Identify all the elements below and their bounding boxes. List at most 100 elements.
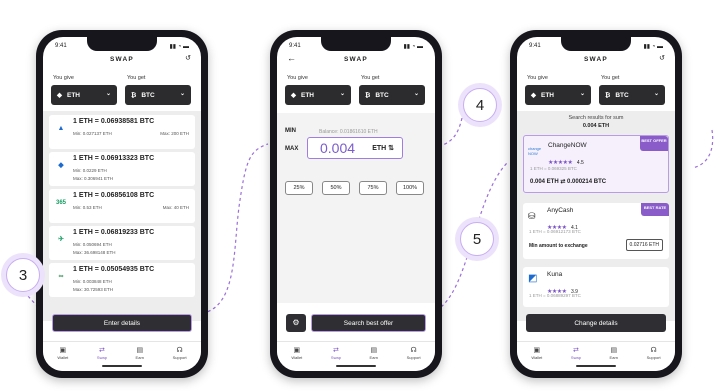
nav-label: Earn <box>609 355 618 360</box>
swap-icon: ⇄ <box>98 347 105 354</box>
pct-50-button[interactable]: 50% <box>322 181 350 195</box>
exchange-logo: ▲ <box>57 125 65 132</box>
list-item[interactable]: ◆ 1 ETH = 0.06913323 BTC Min: 0.0229 ETH Ma… <box>49 152 195 186</box>
nav-wallet[interactable]: ▣ Wallet <box>291 346 302 371</box>
you-give-label: You give <box>53 75 74 81</box>
nav-swap[interactable]: ⇄ Swap <box>571 346 581 371</box>
get-select[interactable]: ₿ BTC ⌄ <box>125 85 191 105</box>
nav-swap[interactable]: ⇄ Swap <box>331 346 341 371</box>
gear-icon[interactable]: ⚙ <box>286 314 306 332</box>
nav-wallet[interactable]: ▣ Wallet <box>531 346 542 371</box>
phone-amount: 9:41 ▮▮ ◔ ▬ ← SWAP You give You get ◆ ETH ⌄… <box>270 30 442 378</box>
swap-icon: ⇄ <box>572 347 579 354</box>
exchange-logo: ◆ <box>58 162 64 169</box>
search-best-offer-button[interactable]: Search best offer <box>311 314 426 332</box>
btc-icon: ₿ <box>605 91 611 99</box>
nav-label: Earn <box>369 355 378 360</box>
status-time: 9:41 <box>529 43 541 49</box>
amount-value: 0.004 <box>320 140 356 156</box>
give-value: ETH <box>301 91 314 99</box>
nav-support[interactable]: ☊ Support <box>647 346 661 371</box>
list-item[interactable]: ✈ 1 ETH = 0.06819233 BTC Min: 0.050694 ETH… <box>49 226 195 260</box>
chevron-down-icon: ⌄ <box>105 91 111 97</box>
amount-unit[interactable]: ETH ⇅ <box>372 144 394 152</box>
nav-label: Swap <box>96 355 107 360</box>
nav-earn[interactable]: ▤ Earn <box>136 346 144 371</box>
offer-min: Min: 0.0229 ETH <box>73 168 107 173</box>
nav-label: Earn <box>135 355 144 360</box>
offer-rate: 1 ETH = 0.06856108 BTC <box>73 192 155 199</box>
nav-label: Support <box>646 355 661 360</box>
max-button[interactable]: MAX <box>285 146 298 152</box>
result-card-kuna[interactable]: ◩ Kuna ★★★★ 3.9 1 ETH = 0.06889297 BTC <box>523 267 669 307</box>
btc-icon: ₿ <box>365 91 371 99</box>
list-item[interactable]: ∞ 1 ETH = 0.05054935 BTC Min: 0.003848 ETH… <box>49 263 195 297</box>
chevron-down-icon: ⌄ <box>653 91 659 97</box>
history-icon[interactable]: ↺ <box>659 54 665 62</box>
signal-icon: ▮▮ ◔ ▬ <box>169 44 189 50</box>
best-offer-badge: BEST OFFER <box>640 136 668 151</box>
results-panel: Search results for sum 0.004 ETH BEST OF… <box>517 111 675 321</box>
phone-offers: 9:41 ▮▮ ◔ ▬ SWAP ↺ You give You get ◆ ETH ⌄… <box>36 30 208 378</box>
min-amount-value: 0.02716 ETH <box>625 239 663 251</box>
anycash-logo: ⛁ <box>528 211 536 221</box>
support-icon: ☊ <box>650 347 657 354</box>
exchange-logo: ✈ <box>58 236 64 243</box>
wallet-icon: ▣ <box>59 347 67 354</box>
get-select[interactable]: ₿ BTC ⌄ <box>359 85 425 105</box>
result-card-changenow[interactable]: BEST OFFER change NOW ChangeNOW ★★★★★ 4.… <box>523 135 669 193</box>
eth-icon: ◆ <box>531 92 536 99</box>
change-details-button[interactable]: Change details <box>526 314 666 332</box>
nav-earn[interactable]: ▤ Earn <box>370 346 378 371</box>
min-button[interactable]: MIN <box>285 128 296 134</box>
pct-100-button[interactable]: 100% <box>396 181 424 195</box>
you-get-label: You get <box>127 75 146 81</box>
chevron-down-icon: ⌄ <box>179 91 185 97</box>
pct-25-button[interactable]: 25% <box>285 181 313 195</box>
you-get-label: You get <box>601 75 620 81</box>
step-4-marker: 4 <box>463 88 497 122</box>
conversion-text: 0.004 ETH ⇄ 0.000214 BTC <box>530 179 607 185</box>
support-icon: ☊ <box>176 347 183 354</box>
offer-rate: 1 ETH = 0.05054935 BTC <box>73 266 155 273</box>
offer-rate: 1 ETH = 0.06938581 BTC <box>73 118 155 125</box>
give-select[interactable]: ◆ ETH ⌄ <box>285 85 351 105</box>
nav-label: Swap <box>570 355 581 360</box>
nav-wallet[interactable]: ▣ Wallet <box>57 346 68 371</box>
list-item[interactable]: ▲ 1 ETH = 0.06938581 BTC Min: 0.027137 ETH… <box>49 115 195 149</box>
exchange-logo: ∞ <box>58 273 64 280</box>
nav-support[interactable]: ☊ Support <box>407 346 421 371</box>
balance-text: Balance: 0.01861610 ETH <box>319 129 378 135</box>
list-item[interactable]: 365 1 ETH = 0.06856108 BTC Min: 0.53 ETH Ma… <box>49 189 195 223</box>
exchange-rate: 1 ETH = 0.069325 BTC <box>530 166 577 171</box>
offer-max: Max: 36.698148 ETH <box>73 250 116 255</box>
amount-input[interactable]: 0.004 ETH ⇅ <box>307 137 403 159</box>
you-get-label: You get <box>361 75 380 81</box>
nav-earn[interactable]: ▤ Earn <box>610 346 618 371</box>
phone-results: 9:41 ▮▮ ◔ ▬ SWAP ↺ You give You get ◆ ETH ⌄… <box>510 30 682 378</box>
eth-icon: ◆ <box>291 92 296 99</box>
nav-label: Wallet <box>531 355 543 360</box>
nav-support[interactable]: ☊ Support <box>173 346 187 371</box>
give-select[interactable]: ◆ ETH ⌄ <box>51 85 117 105</box>
page-title: SWAP <box>584 56 608 63</box>
enter-details-button[interactable]: Enter details <box>52 314 192 332</box>
offer-rate: 1 ETH = 0.06913323 BTC <box>73 155 155 162</box>
you-give-label: You give <box>527 75 548 81</box>
home-indicator <box>336 365 376 367</box>
give-select[interactable]: ◆ ETH ⌄ <box>525 85 591 105</box>
best-rate-badge: BEST RATE <box>641 203 669 216</box>
get-select[interactable]: ₿ BTC ⌄ <box>599 85 665 105</box>
home-indicator <box>576 365 616 367</box>
chevron-down-icon: ⌄ <box>339 91 345 97</box>
offer-max: Max: 200 ETH <box>160 131 189 136</box>
offer-min: Min: 0.027137 ETH <box>73 131 112 136</box>
exchange-name: Kuna <box>547 271 563 278</box>
rating-score: 4.5 <box>576 160 584 166</box>
nav-swap[interactable]: ⇄ Swap <box>97 346 107 371</box>
result-card-anycash[interactable]: BEST RATE ⛁ AnyCash ★★★★ 4.1 1 ETH = 0.0… <box>523 203 669 259</box>
history-icon[interactable]: ↺ <box>185 54 191 62</box>
pct-75-button[interactable]: 75% <box>359 181 387 195</box>
signal-icon: ▮▮ ◔ ▬ <box>403 44 423 50</box>
offer-rate: 1 ETH = 0.06819233 BTC <box>73 229 155 236</box>
